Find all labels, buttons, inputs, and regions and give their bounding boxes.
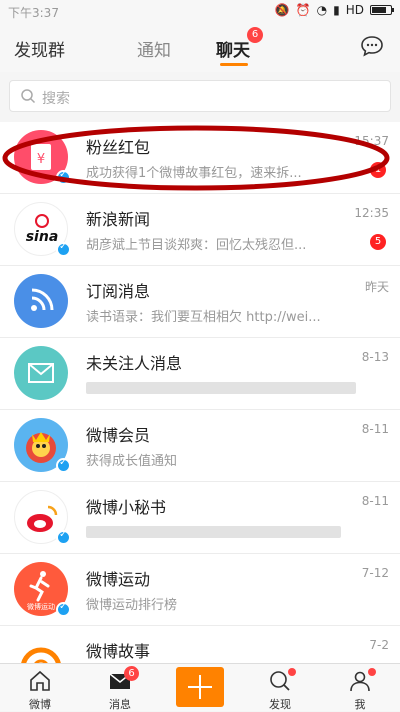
chat-time: 12:35 xyxy=(354,206,389,220)
chat-preview: 微博运动排行榜 xyxy=(86,598,178,613)
status-icons: 🔕 ⏰ ◔ ▮ HD xyxy=(274,3,394,17)
tab-chat-label: 聊天 xyxy=(216,41,250,61)
messages-badge: 6 xyxy=(124,666,139,681)
chat-time: 昨天 xyxy=(364,280,389,294)
nav-me-label: 我 xyxy=(354,698,366,711)
search-input[interactable]: 搜索 xyxy=(9,80,391,112)
new-chat-icon[interactable] xyxy=(360,35,384,57)
wifi-icon: ◔ xyxy=(316,3,328,17)
verified-icon xyxy=(56,169,71,185)
chat-row-subscriptions[interactable]: 订阅消息 读书语录：我们要互相相欠 http://wei... 昨天 xyxy=(0,266,400,338)
chat-row-weibo-vip[interactable]: 微博会员 获得成长值通知 8-11 xyxy=(0,410,400,482)
chat-tab-badge: 6 xyxy=(247,27,263,43)
chat-time: 7-2 xyxy=(369,638,389,652)
chat-name: 微博故事 xyxy=(86,642,151,661)
chat-preview: 获得成长值通知 xyxy=(86,454,178,469)
chat-name: 未关注人消息 xyxy=(86,354,183,373)
chat-preview: 读书语录：我们要互相相欠 http://wei... xyxy=(86,310,321,325)
nav-discover[interactable]: 发现 xyxy=(250,664,310,712)
nav-home-label: 微博 xyxy=(29,698,51,711)
unread-badge: 5 xyxy=(370,234,386,250)
avatar-caption: 微博运动 xyxy=(27,602,55,611)
svg-text:sina: sina xyxy=(26,229,59,245)
chat-row-sina-news[interactable]: sina 新浪新闻 胡彦斌上节目谈郑爽：回忆太残忍但... 12:35 5 xyxy=(0,194,400,266)
rss-icon xyxy=(31,288,54,311)
chat-preview: 成功获得1个微博故事红包，速来拆... xyxy=(86,166,302,181)
top-header: 发现群 通知 聊天 6 xyxy=(0,22,400,72)
svg-text:¥: ¥ xyxy=(37,152,45,167)
chat-name: 微博运动 xyxy=(86,570,151,589)
alarm-icon: ⏰ xyxy=(295,3,311,17)
verified-icon xyxy=(56,601,71,617)
chat-row-weibo-sports[interactable]: 微博运动 微博运动 微博运动排行榜 7-12 xyxy=(0,554,400,626)
discover-groups-link[interactable]: 发现群 xyxy=(14,36,65,61)
discover-dot xyxy=(288,668,296,676)
network-label: HD xyxy=(345,3,364,17)
nav-messages[interactable]: 6 消息 xyxy=(90,664,150,712)
chat-preview: 胡彦斌上节目谈郑爽：回忆太残忍但... xyxy=(86,238,307,253)
tab-notifications[interactable]: 通知 xyxy=(137,36,171,61)
chat-time: 8-11 xyxy=(361,494,389,508)
chat-name: 微博会员 xyxy=(86,426,151,445)
compose-plus-button[interactable] xyxy=(176,667,224,707)
blurred-preview xyxy=(86,382,356,394)
chat-row-unfollowed-messages[interactable]: 未关注人消息 8-13 xyxy=(0,338,400,410)
chat-time: 15:37 xyxy=(354,134,389,148)
nav-me[interactable]: 我 xyxy=(330,664,390,712)
blurred-preview xyxy=(86,526,341,538)
me-dot xyxy=(368,668,376,676)
chat-time: 7-12 xyxy=(361,566,389,580)
verified-icon xyxy=(56,529,71,545)
nav-messages-label: 消息 xyxy=(109,698,131,711)
verified-icon xyxy=(56,457,71,473)
unread-badge: 1 xyxy=(370,162,386,178)
subscription-avatar xyxy=(14,274,68,328)
chat-list: ¥ 粉丝红包 成功获得1个微博故事红包，速来拆... 15:37 1 sina … xyxy=(0,122,400,688)
nav-home[interactable]: 微博 xyxy=(10,664,70,712)
chat-name: 订阅消息 xyxy=(86,282,151,301)
search-icon xyxy=(21,89,36,104)
chat-name: 粉丝红包 xyxy=(86,138,151,157)
chat-name: 微博小秘书 xyxy=(86,498,167,517)
chat-row-weibo-secretary[interactable]: 微博小秘书 8-11 xyxy=(0,482,400,554)
search-placeholder: 搜索 xyxy=(42,91,70,107)
home-icon xyxy=(30,670,50,691)
status-bar: 下午3:37 🔕 ⏰ ◔ ▮ HD xyxy=(0,0,400,22)
mute-icon: 🔕 xyxy=(274,3,290,17)
tab-chat[interactable]: 聊天 xyxy=(216,36,250,66)
nav-discover-label: 发现 xyxy=(269,698,291,711)
verified-icon xyxy=(56,241,71,257)
battery-icon xyxy=(370,5,394,15)
active-tab-underline xyxy=(220,63,248,66)
chat-row-fans-red-packet[interactable]: ¥ 粉丝红包 成功获得1个微博故事红包，速来拆... 15:37 1 xyxy=(0,122,400,194)
chat-time: 8-11 xyxy=(361,422,389,436)
chat-name: 新浪新闻 xyxy=(86,210,151,229)
envelope-icon xyxy=(28,363,54,383)
unfollowed-avatar xyxy=(14,346,68,400)
signal-icon: ▮ xyxy=(333,3,340,17)
chat-time: 8-13 xyxy=(361,350,389,364)
